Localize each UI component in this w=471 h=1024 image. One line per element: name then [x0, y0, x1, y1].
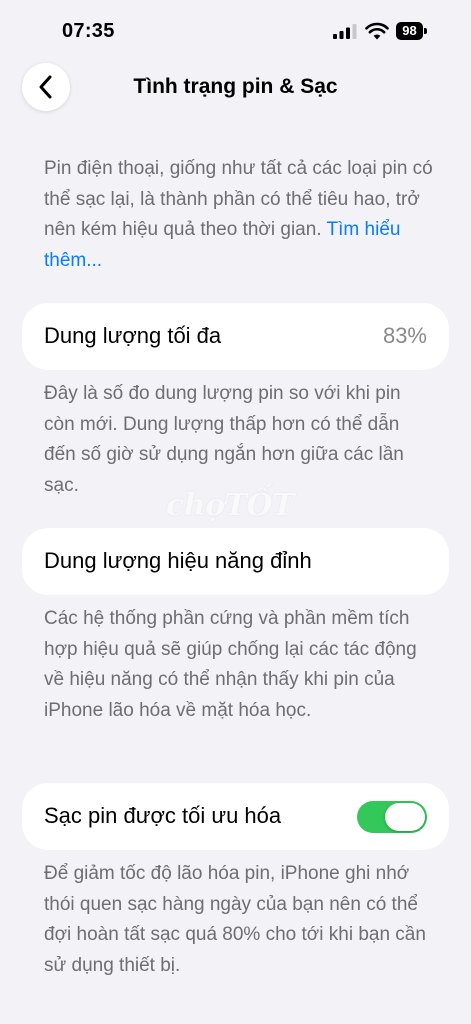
peak-performance-card[interactable]: Dung lượng hiệu năng đỉnh	[22, 528, 449, 595]
max-capacity-description: Đây là số đo dung lượng pin so với khi p…	[44, 383, 404, 496]
max-capacity-label: Dung lượng tối đa	[44, 323, 222, 348]
status-bar: 07:35 98	[0, 0, 471, 60]
battery-icon: 98	[396, 22, 427, 40]
status-time: 07:35	[62, 20, 115, 42]
toggle-knob	[385, 803, 425, 831]
optimized-charging-toggle[interactable]	[357, 801, 427, 833]
optimized-charging-card: Sạc pin được tối ưu hóa	[22, 783, 449, 850]
optimized-charging-label: Sạc pin được tối ưu hóa	[44, 803, 282, 828]
watermark-logo: chợTỐT	[166, 488, 294, 523]
signal-icon	[333, 24, 357, 39]
battery-level: 98	[396, 22, 423, 40]
page-title: Tình trạng pin & Sạc	[133, 75, 338, 98]
intro-description: Pin điện thoại, giống như tất cả các loạ…	[44, 154, 436, 276]
optimized-charging-description: Để giảm tốc độ lão hóa pin, iPhone ghi n…	[44, 863, 426, 976]
max-capacity-card: Dung lượng tối đa 83%	[22, 303, 449, 370]
battery-tip	[424, 28, 427, 34]
peak-performance-label: Dung lượng hiệu năng đỉnh	[44, 548, 312, 573]
wifi-icon	[365, 22, 389, 40]
peak-performance-description: Các hệ thống phần cứng và phần mềm tích …	[44, 608, 417, 721]
max-capacity-value: 83%	[382, 323, 427, 348]
